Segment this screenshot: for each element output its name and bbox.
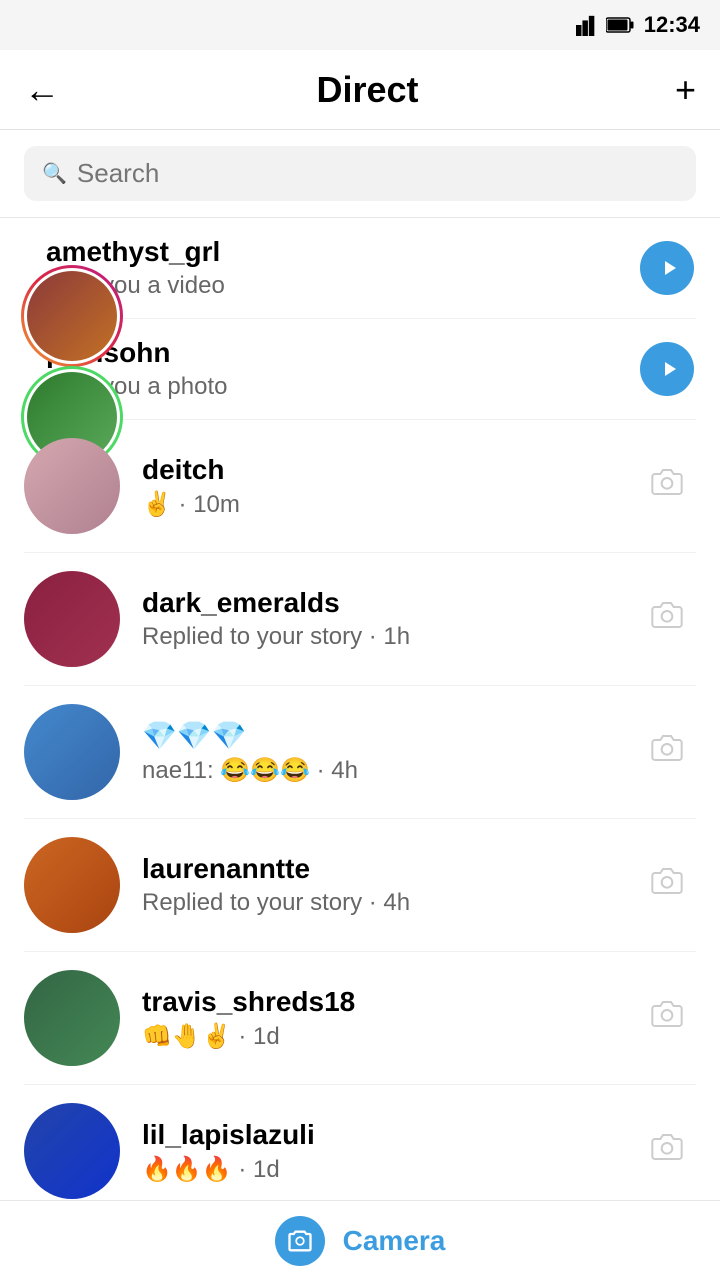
camera-icon [651, 466, 683, 506]
message-content: laurenanntte Replied to your story · 4h [142, 853, 616, 917]
message-username: dark_emeralds [142, 587, 616, 619]
list-item[interactable]: amethyst_grl Sent you a video [0, 218, 720, 318]
message-username: travis_shreds18 [142, 986, 616, 1018]
message-username: amethyst_grl [46, 236, 616, 268]
message-action-icon[interactable] [638, 340, 696, 398]
avatar [24, 571, 120, 667]
list-item[interactable]: deitch ✌️ · 10m [0, 420, 720, 552]
status-time: 12:34 [644, 12, 700, 38]
message-content: deitch ✌️ · 10m [142, 454, 616, 519]
signal-icon [576, 14, 598, 36]
list-item[interactable]: travis_shreds18 👊🤚✌️ · 1d [0, 952, 720, 1084]
camera-icon [651, 732, 683, 772]
message-username: phillsohn [46, 337, 616, 369]
camera-icon [651, 599, 683, 639]
message-action-icon[interactable] [638, 590, 696, 648]
avatar [24, 438, 120, 534]
camera-icon [651, 1131, 683, 1171]
battery-icon [606, 16, 634, 34]
back-button[interactable]: ← [24, 69, 60, 111]
list-item[interactable]: dark_emeralds Replied to your story · 1h [0, 553, 720, 685]
message-action-icon[interactable] [638, 856, 696, 914]
message-action-icon[interactable] [638, 239, 696, 297]
camera-label: Camera [343, 1225, 446, 1257]
message-preview: 👊🤚✌️ · 1d [142, 1022, 616, 1051]
message-list: amethyst_grl Sent you a video phillsohn Sen… [0, 218, 720, 1217]
message-content: 💎💎💎 nae11: 😂😂😂 · 4h [142, 719, 616, 785]
camera-icon [651, 865, 683, 905]
message-content: dark_emeralds Replied to your story · 1h [142, 587, 616, 651]
avatar [24, 704, 120, 800]
message-preview: nae11: 😂😂😂 · 4h [142, 756, 616, 785]
message-preview: Replied to your story · 4h [142, 889, 616, 917]
search-icon: 🔍 [42, 161, 67, 186]
message-content: phillsohn Sent you a photo [46, 337, 616, 401]
message-content: amethyst_grl Sent you a video [46, 236, 616, 300]
list-item[interactable]: lil_lapislazuli 🔥🔥🔥 · 1d [0, 1085, 720, 1217]
search-input-wrap[interactable]: 🔍 [24, 146, 696, 201]
avatar [24, 837, 120, 933]
status-icons [576, 14, 634, 36]
new-message-button[interactable]: + [675, 69, 696, 111]
message-username: laurenanntte [142, 853, 616, 885]
avatar [24, 1103, 120, 1199]
list-item[interactable]: laurenanntte Replied to your story · 4h [0, 819, 720, 951]
camera-icon [651, 998, 683, 1038]
message-preview: 🔥🔥🔥 · 1d [142, 1155, 616, 1184]
message-action-icon[interactable] [638, 1122, 696, 1180]
message-preview: Sent you a video [46, 272, 616, 300]
message-preview: Replied to your story · 1h [142, 623, 616, 651]
play-button[interactable] [640, 342, 694, 396]
message-preview: ✌️ · 10m [142, 490, 616, 519]
search-bar: 🔍 [0, 130, 720, 218]
message-username: deitch [142, 454, 616, 486]
message-content: lil_lapislazuli 🔥🔥🔥 · 1d [142, 1119, 616, 1184]
message-username: 💎💎💎 [142, 719, 616, 752]
camera-button[interactable] [275, 1216, 325, 1266]
status-bar: 12:34 [0, 0, 720, 50]
play-button[interactable] [640, 241, 694, 295]
message-action-icon[interactable] [638, 989, 696, 1047]
message-action-icon[interactable] [638, 457, 696, 515]
search-input[interactable] [77, 158, 678, 189]
page-title: Direct [316, 69, 418, 111]
top-nav: ← Direct + [0, 50, 720, 130]
message-content: travis_shreds18 👊🤚✌️ · 1d [142, 986, 616, 1051]
bottom-camera-bar[interactable]: Camera [0, 1200, 720, 1280]
camera-icon [286, 1227, 314, 1255]
message-preview: Sent you a photo [46, 373, 616, 401]
avatar [24, 970, 120, 1066]
message-action-icon[interactable] [638, 723, 696, 781]
message-username: lil_lapislazuli [142, 1119, 616, 1151]
list-item[interactable]: 💎💎💎 nae11: 😂😂😂 · 4h [0, 686, 720, 818]
